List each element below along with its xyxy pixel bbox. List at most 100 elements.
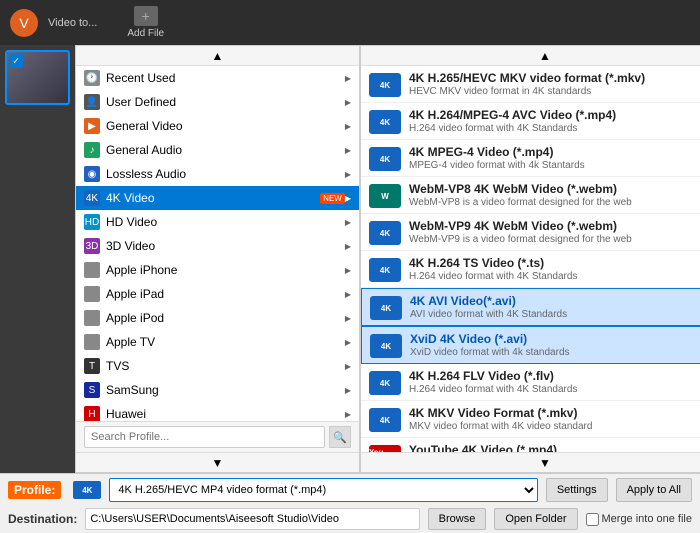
- format-item-youtube_4k[interactable]: You TubeYouTube 4K Video (*.mp4)H.264 4K…: [361, 438, 700, 452]
- menu-item-lossless[interactable]: ◉ Lossless Audio▶: [76, 162, 359, 186]
- hd-arrow: ▶: [345, 218, 351, 227]
- mkv_4k-title: 4K MKV Video Format (*.mkv): [409, 406, 700, 420]
- general_video-label: General Video: [106, 119, 345, 133]
- mkv_hevc-desc: HEVC MKV video format in 4K standards: [409, 86, 700, 97]
- menu-item-hd[interactable]: HDHD Video▶: [76, 210, 359, 234]
- mkv_hevc-title: 4K H.265/HEVC MKV video format (*.mkv): [409, 71, 700, 85]
- apply-all-button[interactable]: Apply to All: [616, 478, 692, 502]
- mkv_4k-desc: MKV video format with 4K video standard: [409, 421, 700, 432]
- ts_264-icon: 4K: [369, 258, 401, 282]
- format-item-mp4_264[interactable]: 4K4K H.264/MPEG-4 AVC Video (*.mp4)H.264…: [361, 103, 700, 140]
- profile-select-wrap: 4K H.265/HEVC MP4 video format (*.mp4): [109, 478, 537, 502]
- tvs-label: TVS: [106, 359, 345, 373]
- flv_264-text-block: 4K H.264 FLV Video (*.flv)H.264 video fo…: [409, 369, 700, 395]
- right-panel: ▲ 4K 4K H.265/HEVC MKV video format (*.mk…: [360, 45, 700, 473]
- mp4_mpeg4-icon: 4K: [369, 147, 401, 171]
- flv_264-desc: H.264 video format with 4K Standards: [409, 384, 700, 395]
- menu-item-ipod[interactable]: Apple iPod▶: [76, 306, 359, 330]
- menu-item-huawei[interactable]: HHuawei▶: [76, 402, 359, 421]
- webm_vp8-desc: WebM-VP8 is a video format designed for …: [409, 197, 700, 208]
- file-list: ✓: [0, 45, 75, 473]
- file-item[interactable]: ✓: [5, 50, 70, 105]
- merge-text: Merge into one file: [602, 513, 693, 525]
- lossless-label: Lossless Audio: [106, 167, 345, 181]
- profile-select[interactable]: 4K H.265/HEVC MP4 video format (*.mp4): [109, 478, 537, 502]
- menu-item-ipad[interactable]: Apple iPad▶: [76, 282, 359, 306]
- left-scroll-down[interactable]: ▼: [76, 452, 359, 472]
- right-scroll-up[interactable]: ▲: [361, 46, 700, 66]
- format-item-webm_vp9[interactable]: 4KWebM-VP9 4K WebM Video (*.webm)WebM-VP…: [361, 214, 700, 251]
- 4k-label: 4K Video: [106, 191, 316, 205]
- format-item-ts_264[interactable]: 4K4K H.264 TS Video (*.ts)H.264 video fo…: [361, 251, 700, 288]
- webm_vp9-desc: WebM-VP9 is a video format designed for …: [409, 234, 700, 245]
- open-folder-button[interactable]: Open Folder: [494, 508, 577, 530]
- toolbar: V Video to... + Add File: [0, 0, 700, 45]
- format-item-mp4_mpeg4[interactable]: 4K 4K MPEG-4 Video (*.mp4)MPEG-4 video fo…: [361, 140, 700, 177]
- general_video-arrow: ▶: [345, 122, 351, 131]
- menu-item-general_audio[interactable]: ♪General Audio▶: [76, 138, 359, 162]
- recent-icon: 🕐: [84, 70, 100, 86]
- 3d-arrow: ▶: [345, 242, 351, 251]
- xvid_4k-icon: 4K: [370, 334, 402, 358]
- ipad-label: Apple iPad: [106, 287, 345, 301]
- 4k-icon: 4K: [84, 190, 100, 206]
- menu-item-recent[interactable]: 🕐Recent Used▶: [76, 66, 359, 90]
- mp4_mpeg4-text-block: 4K MPEG-4 Video (*.mp4)MPEG-4 video form…: [409, 145, 700, 171]
- menu-item-iphone[interactable]: Apple iPhone▶: [76, 258, 359, 282]
- youtube_4k-icon: You Tube: [369, 445, 401, 452]
- lossless-arrow: ▶: [345, 170, 351, 179]
- 4k-arrow: ▶: [345, 194, 351, 203]
- menu-item-appletv[interactable]: Apple TV▶: [76, 330, 359, 354]
- mp4_mpeg4-title: 4K MPEG-4 Video (*.mp4): [409, 145, 700, 159]
- menu-item-general_video[interactable]: ▶General Video▶: [76, 114, 359, 138]
- menu-item-3d[interactable]: 3D3D Video▶: [76, 234, 359, 258]
- 3d-label: 3D Video: [106, 239, 345, 253]
- add-file-icon: +: [134, 6, 158, 26]
- format-item-avi_4k[interactable]: 4K4K AVI Video(*.avi)AVI video format wi…: [361, 288, 700, 326]
- main-content: ✓ ▲ 🕐Recent Used▶👤User Defined▶▶General …: [0, 45, 700, 473]
- youtube_4k-title: YouTube 4K Video (*.mp4): [409, 443, 700, 452]
- menu-item-4k[interactable]: 4K 4K Video NEW▶: [76, 186, 359, 210]
- menu-item-samsung[interactable]: SSamSung▶: [76, 378, 359, 402]
- tab-label: Video to...: [48, 17, 97, 29]
- menu-item-tvs[interactable]: T TVS▶: [76, 354, 359, 378]
- app-window: V Video to... + Add File ✓ ▲ �: [0, 0, 700, 533]
- tvs-icon: T: [84, 358, 100, 374]
- webm_vp8-text-block: WebM-VP8 4K WebM Video (*.webm)WebM-VP8 …: [409, 182, 700, 208]
- webm_vp9-text-block: WebM-VP9 4K WebM Video (*.webm)WebM-VP9 …: [409, 219, 700, 245]
- ts_264-title: 4K H.264 TS Video (*.ts): [409, 256, 700, 270]
- flv_264-icon: 4K: [369, 371, 401, 395]
- add-file-label: Add File: [127, 28, 164, 39]
- mkv_hevc-icon: 4K: [369, 73, 401, 97]
- browse-button[interactable]: Browse: [428, 508, 487, 530]
- hd-label: HD Video: [106, 215, 345, 229]
- 4k-badge: NEW: [320, 193, 345, 204]
- user-label: User Defined: [106, 95, 345, 109]
- format-item-mkv_hevc[interactable]: 4K 4K H.265/HEVC MKV video format (*.mkv)…: [361, 66, 700, 103]
- webm_vp8-title: WebM-VP8 4K WebM Video (*.webm): [409, 182, 700, 196]
- left-scroll-up[interactable]: ▲: [76, 46, 359, 66]
- format-item-webm_vp8[interactable]: WWebM-VP8 4K WebM Video (*.webm)WebM-VP8…: [361, 177, 700, 214]
- mp4_264-icon: 4K: [369, 110, 401, 134]
- menu-item-user[interactable]: 👤User Defined▶: [76, 90, 359, 114]
- samsung-arrow: ▶: [345, 386, 351, 395]
- lossless-icon: ◉: [84, 166, 100, 182]
- tvs-arrow: ▶: [345, 362, 351, 371]
- avi_4k-title: 4K AVI Video(*.avi): [410, 294, 700, 308]
- add-file-button[interactable]: + Add File: [127, 6, 164, 39]
- format-item-xvid_4k[interactable]: 4KXviD 4K Video (*.avi)XviD video format…: [361, 326, 700, 364]
- appletv-arrow: ▶: [345, 338, 351, 347]
- general_video-icon: ▶: [84, 118, 100, 134]
- merge-checkbox[interactable]: [586, 513, 599, 526]
- profile-row: Profile: 4K 4K H.265/HEVC MP4 video form…: [0, 474, 700, 506]
- recent-label: Recent Used: [106, 71, 345, 85]
- search-button[interactable]: 🔍: [329, 426, 351, 448]
- format-item-flv_264[interactable]: 4K 4K H.264 FLV Video (*.flv)H.264 video …: [361, 364, 700, 401]
- format-item-mkv_4k[interactable]: 4K4K MKV Video Format (*.mkv)MKV video f…: [361, 401, 700, 438]
- settings-button[interactable]: Settings: [546, 478, 608, 502]
- avi_4k-desc: AVI video format with 4K Standards: [410, 309, 700, 320]
- general_audio-icon: ♪: [84, 142, 100, 158]
- destination-path[interactable]: [85, 508, 419, 530]
- right-scroll-down[interactable]: ▼: [361, 452, 700, 472]
- search-input[interactable]: [84, 426, 325, 448]
